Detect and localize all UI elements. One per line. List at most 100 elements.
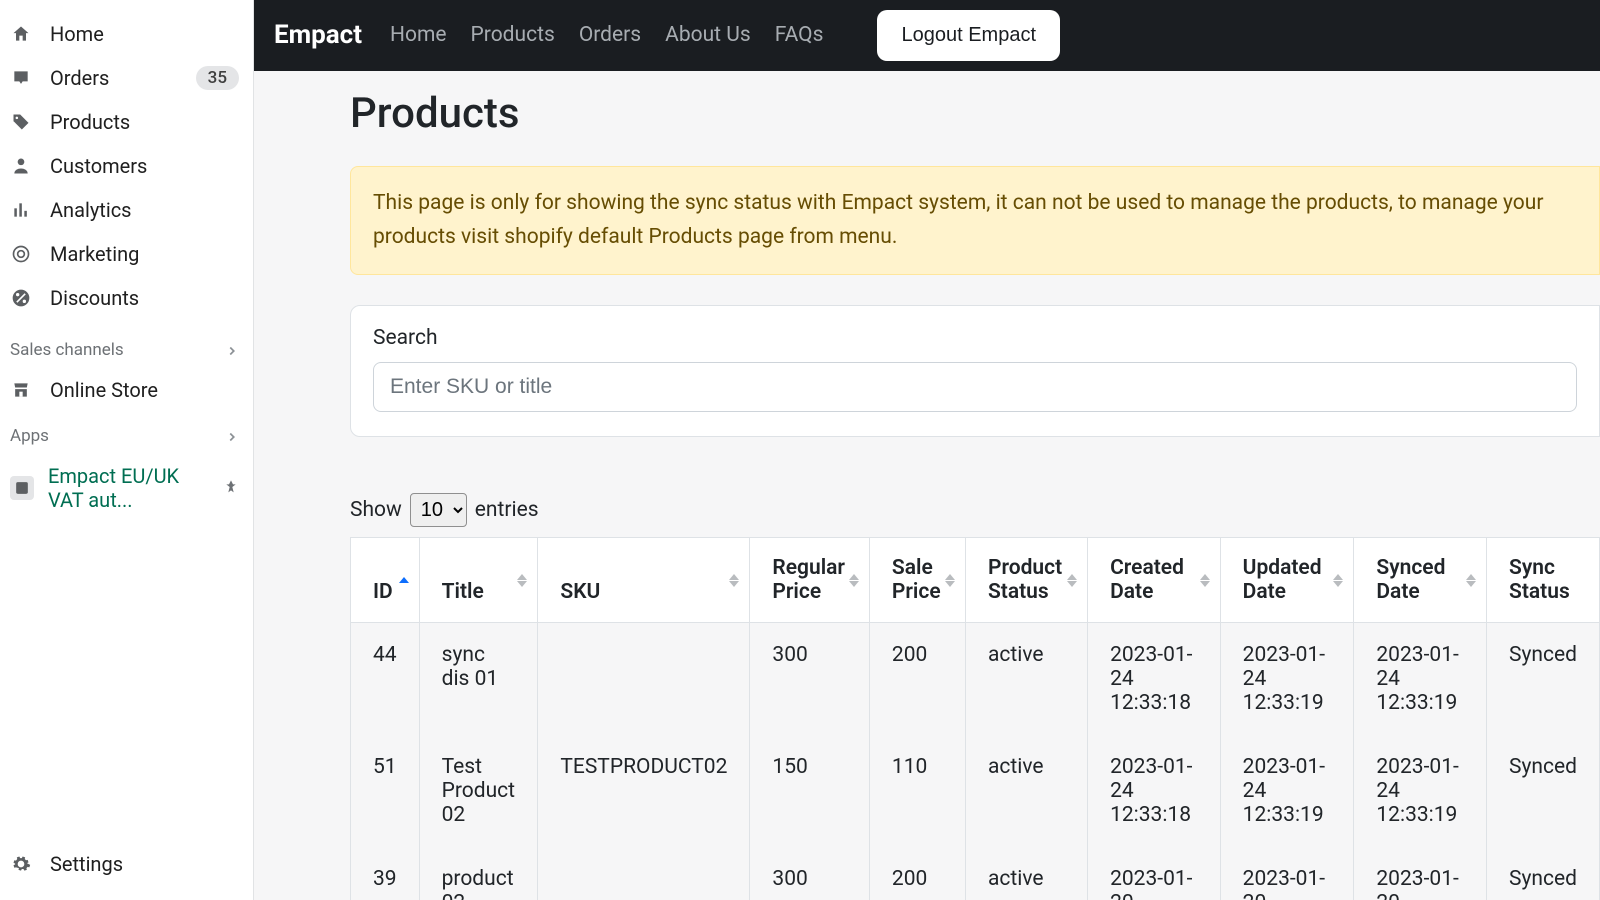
products-table-wrap: ID Title SKU: [350, 537, 1600, 900]
sort-icon: [849, 569, 861, 591]
col-regular-price[interactable]: Regular Price: [750, 538, 870, 623]
sidebar-item-settings[interactable]: Settings: [0, 842, 253, 900]
cell-updated: 2023-01-24 12:33:19: [1220, 623, 1354, 736]
target-icon: [10, 243, 32, 265]
section-header-label: Sales channels: [10, 340, 124, 360]
cell-sync-status: Synced: [1487, 847, 1600, 900]
sidebar-item-label: Empact EU/UK VAT aut...: [48, 464, 209, 512]
col-updated-date[interactable]: Updated Date: [1220, 538, 1354, 623]
top-navbar: Empact Home Products Orders About Us FAQ…: [254, 0, 1600, 71]
cell-status: active: [965, 847, 1087, 900]
sidebar-item-home[interactable]: Home: [0, 12, 253, 56]
col-product-status[interactable]: Product Status: [965, 538, 1087, 623]
cell-id: 44: [351, 623, 420, 736]
cell-synced: 2023-01-20: [1354, 847, 1487, 900]
sidebar-item-analytics[interactable]: Analytics: [0, 188, 253, 232]
apps-header[interactable]: Apps: [0, 412, 253, 454]
sidebar-item-label: Orders: [50, 66, 178, 90]
topnav-link-faqs[interactable]: FAQs: [775, 23, 824, 47]
sidebar-item-orders[interactable]: Orders 35: [0, 56, 253, 100]
topnav-link-orders[interactable]: Orders: [579, 23, 641, 47]
col-sale-price[interactable]: Sale Price: [869, 538, 965, 623]
store-icon: [10, 379, 32, 401]
cell-title: product 02: [419, 847, 538, 900]
cell-created: 2023-01-24 12:33:18: [1088, 735, 1221, 847]
page-title: Products: [350, 89, 1600, 138]
cell-sync-status: Synced: [1487, 623, 1600, 736]
cell-sale: 110: [869, 735, 965, 847]
entries-select[interactable]: 10: [410, 493, 467, 527]
col-synced-date[interactable]: Synced Date: [1354, 538, 1487, 623]
cell-created: 2023-01-24 12:33:18: [1088, 623, 1221, 736]
sort-icon: [517, 569, 529, 591]
sidebar-item-empact-app[interactable]: Empact EU/UK VAT aut...: [0, 454, 253, 522]
topnav-links: Home Products Orders About Us FAQs: [390, 23, 823, 47]
chevron-right-icon: [225, 429, 239, 443]
topnav-link-home[interactable]: Home: [390, 23, 447, 47]
sort-icon: [1200, 569, 1212, 591]
col-created-date[interactable]: Created Date: [1088, 538, 1221, 623]
cell-sale: 200: [869, 847, 965, 900]
topnav-link-about[interactable]: About Us: [665, 23, 751, 47]
cell-sale: 200: [869, 623, 965, 736]
sidebar-item-label: Settings: [50, 852, 239, 876]
cell-status: active: [965, 623, 1087, 736]
sort-icon: [1067, 569, 1079, 591]
table-row: 44 sync dis 01 300 200 active 2023-01-24…: [351, 623, 1600, 736]
sort-icon: [1466, 569, 1478, 591]
col-title[interactable]: Title: [419, 538, 538, 623]
cell-updated: 2023-01-20: [1220, 847, 1354, 900]
sidebar-item-label: Analytics: [50, 198, 239, 222]
cell-synced: 2023-01-24 12:33:19: [1354, 735, 1487, 847]
cell-regular: 150: [750, 735, 870, 847]
cell-updated: 2023-01-24 12:33:19: [1220, 735, 1354, 847]
sidebar-item-discounts[interactable]: Discounts: [0, 276, 253, 320]
inbox-icon: [10, 67, 32, 89]
home-icon: [10, 23, 32, 45]
products-table: ID Title SKU: [350, 537, 1600, 900]
cell-sku: [538, 847, 750, 900]
cell-title: sync dis 01: [419, 623, 538, 736]
page-content: Products This page is only for showing t…: [254, 71, 1600, 900]
col-id[interactable]: ID: [351, 538, 420, 623]
orders-count-badge: 35: [196, 66, 239, 90]
cell-title: Test Product 02: [419, 735, 538, 847]
sidebar-item-label: Marketing: [50, 242, 239, 266]
table-row: 39 product 02 300 200 active 2023-01-20 …: [351, 847, 1600, 900]
table-row: 51 Test Product 02 TESTPRODUCT02 150 110…: [351, 735, 1600, 847]
sort-icon: [1333, 569, 1345, 591]
sidebar-item-label: Online Store: [50, 378, 239, 402]
cell-status: active: [965, 735, 1087, 847]
sales-channels-header[interactable]: Sales channels: [0, 326, 253, 368]
sidebar-item-label: Customers: [50, 154, 239, 178]
col-sku[interactable]: SKU: [538, 538, 750, 623]
sidebar-item-marketing[interactable]: Marketing: [0, 232, 253, 276]
search-card: Search: [350, 305, 1600, 437]
sidebar-item-label: Home: [50, 22, 239, 46]
pin-icon[interactable]: [223, 476, 239, 500]
gear-icon: [10, 853, 32, 875]
cell-sku: [538, 623, 750, 736]
sort-icon: [945, 569, 957, 591]
search-input[interactable]: [373, 362, 1577, 412]
show-prefix-text: Show: [350, 498, 402, 522]
app-icon: [10, 476, 34, 500]
logout-button[interactable]: Logout Empact: [877, 10, 1060, 61]
sidebar-item-customers[interactable]: Customers: [0, 144, 253, 188]
cell-sku: TESTPRODUCT02: [538, 735, 750, 847]
sidebar-item-label: Discounts: [50, 286, 239, 310]
chevron-right-icon: [225, 343, 239, 357]
person-icon: [10, 155, 32, 177]
sidebar-item-online-store[interactable]: Online Store: [0, 368, 253, 412]
cell-id: 51: [351, 735, 420, 847]
entries-selector: Show 10 entries: [350, 493, 1600, 527]
main-area: Empact Home Products Orders About Us FAQ…: [254, 0, 1600, 900]
cell-regular: 300: [750, 847, 870, 900]
topnav-link-products[interactable]: Products: [471, 23, 555, 47]
col-sync-status[interactable]: Sync Status: [1487, 538, 1600, 623]
sidebar: Home Orders 35 Products Customers: [0, 0, 254, 900]
sidebar-item-products[interactable]: Products: [0, 100, 253, 144]
sidebar-item-label: Products: [50, 110, 239, 134]
section-header-label: Apps: [10, 426, 49, 446]
cell-created: 2023-01-20: [1088, 847, 1221, 900]
